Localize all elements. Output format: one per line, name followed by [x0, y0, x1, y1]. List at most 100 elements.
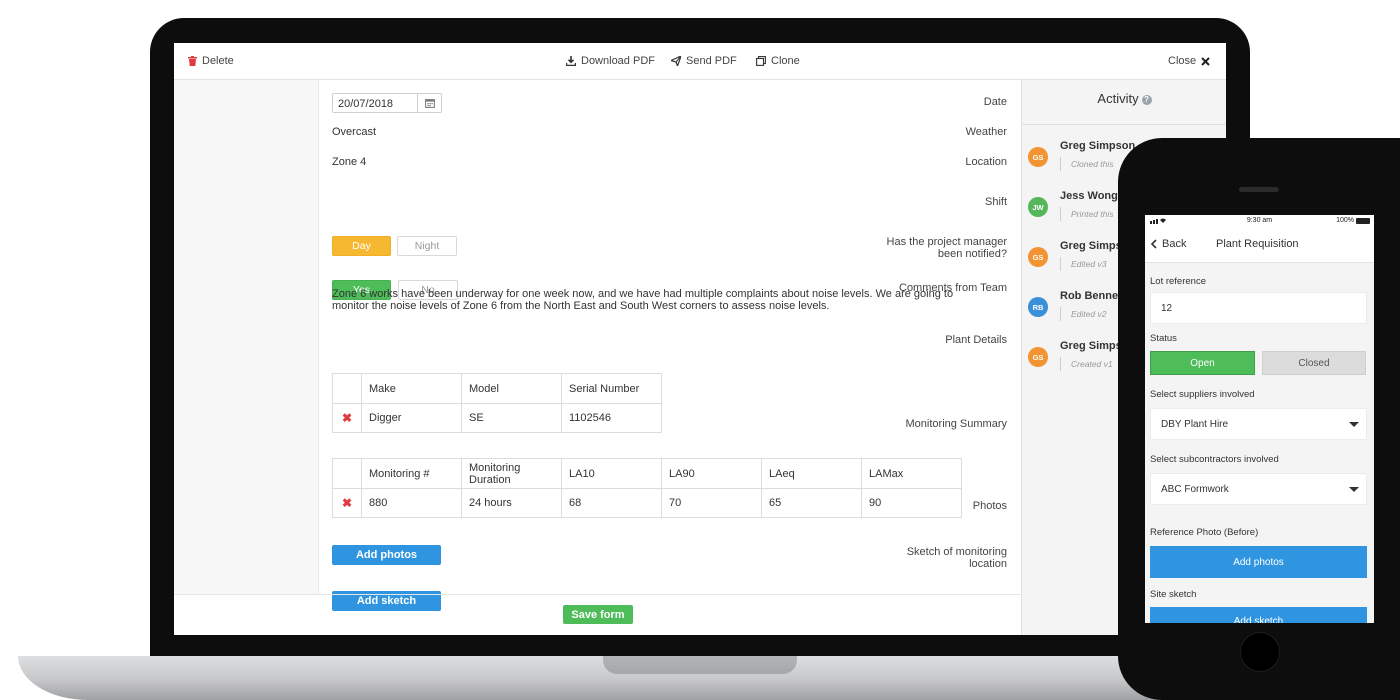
phone-screen: 9:30 am 100% Back Plant Requisition Lot …: [1145, 215, 1374, 623]
table-header: Make: [361, 373, 462, 404]
phone-status-bar: 9:30 am 100%: [1145, 215, 1374, 228]
activity-note: Created v1: [1060, 357, 1113, 371]
date-value: 20/07/2018: [338, 98, 394, 110]
photos-label: Photos: [972, 500, 1007, 512]
send-pdf-button[interactable]: Send PDF: [671, 55, 737, 67]
avatar: RB: [1028, 297, 1048, 317]
location-label: Location: [965, 156, 1007, 168]
suppliers-select[interactable]: DBY Plant Hire: [1150, 408, 1367, 440]
site-sketch-label: Site sketch: [1150, 589, 1197, 600]
back-button[interactable]: Back: [1150, 238, 1186, 250]
chevron-left-icon: [1150, 239, 1157, 249]
table-row: ✖ Digger SE 1102546: [332, 403, 662, 433]
phone-add-sketch-button[interactable]: Add sketch: [1150, 607, 1367, 623]
activity-note: Edited v3: [1060, 257, 1106, 271]
table-cell: 70: [661, 488, 762, 518]
activity-user-name: Rob Bennett: [1060, 290, 1126, 302]
plant-details-table: Make Model Serial Number ✖ Digger SE 110…: [332, 373, 662, 433]
table-cell: 24 hours: [461, 488, 562, 518]
delete-row-icon[interactable]: ✖: [332, 403, 362, 433]
weather-value: Overcast: [332, 126, 377, 138]
plant-details-label: Plant Details: [945, 334, 1007, 346]
phone-page-title: Plant Requisition: [1216, 238, 1299, 250]
clone-button[interactable]: Clone: [756, 55, 800, 67]
add-photos-button[interactable]: Add photos: [332, 545, 441, 565]
form-toolbar: Delete Download PDF Send PDF Clone Close: [174, 43, 1226, 80]
avatar: JW: [1028, 197, 1048, 217]
save-form-button[interactable]: Save form: [563, 605, 633, 624]
date-label: Date: [983, 96, 1007, 108]
battery-percent: 100%: [1336, 217, 1354, 224]
weather-label: Weather: [965, 126, 1007, 138]
shift-label: Shift: [984, 196, 1007, 208]
monitoring-summary-label: Monitoring Summary: [905, 418, 1007, 430]
close-button[interactable]: Close: [1168, 55, 1210, 67]
help-icon[interactable]: ?: [1141, 94, 1152, 105]
table-header: Monitoring #: [361, 458, 462, 489]
table-header-row: Make Model Serial Number: [332, 373, 662, 404]
activity-note: Edited v2: [1060, 307, 1106, 321]
activity-user-name: Jess Wong: [1060, 190, 1118, 202]
lot-reference-input[interactable]: 12: [1150, 292, 1367, 324]
table-header: LA10: [561, 458, 662, 489]
table-header: Model: [461, 373, 562, 404]
close-icon: [1201, 56, 1210, 66]
table-header: LAMax: [861, 458, 962, 489]
table-cell: 68: [561, 488, 662, 518]
activity-title: Activity?: [1022, 91, 1226, 106]
phone-speaker: [1239, 187, 1279, 192]
status-closed-button[interactable]: Closed: [1262, 351, 1366, 375]
location-value: Zone 4: [332, 156, 367, 168]
phone-nav-bar: Back Plant Requisition: [1145, 228, 1374, 263]
status-open-button[interactable]: Open: [1150, 351, 1255, 375]
monitoring-summary-table: Monitoring # Monitoring Duration LA10 LA…: [332, 458, 962, 518]
subcontractors-label: Select subcontractors involved: [1150, 454, 1279, 465]
close-label: Close: [1168, 55, 1197, 67]
table-cell: 65: [761, 488, 862, 518]
reference-photo-label: Reference Photo (Before): [1150, 527, 1259, 538]
shift-day-toggle[interactable]: Day: [332, 236, 391, 256]
calendar-icon[interactable]: [417, 94, 441, 112]
paper-plane-icon: [671, 56, 681, 66]
trash-icon: [188, 56, 197, 66]
comments-text: Zone 6 works have been underway for one …: [332, 288, 954, 312]
avatar: GS: [1028, 247, 1048, 267]
table-header-row: Monitoring # Monitoring Duration LA10 LA…: [332, 458, 962, 489]
battery-icon: [1356, 218, 1370, 224]
date-input[interactable]: 20/07/2018: [332, 93, 442, 113]
activity-user-name: Greg Simpson: [1060, 140, 1136, 152]
avatar: GS: [1028, 147, 1048, 167]
subcontractors-select[interactable]: ABC Formwork: [1150, 473, 1367, 505]
notified-label: Has the project manager been notified?: [886, 236, 1007, 260]
delete-label: Delete: [202, 55, 234, 67]
shift-night-toggle[interactable]: Night: [397, 236, 457, 256]
footer-divider: [174, 594, 1021, 595]
delete-button[interactable]: Delete: [188, 55, 234, 67]
table-header: LA90: [661, 458, 762, 489]
table-cell: Digger: [361, 403, 462, 433]
phone-add-photos-button[interactable]: Add photos: [1150, 546, 1367, 578]
download-icon: [566, 56, 576, 66]
clone-label: Clone: [771, 55, 800, 67]
label-column: [174, 80, 319, 595]
table-cell: 1102546: [561, 403, 662, 433]
laptop-screen: Delete Download PDF Send PDF Clone Close: [174, 43, 1226, 635]
download-pdf-button[interactable]: Download PDF: [566, 55, 655, 67]
avatar: GS: [1028, 347, 1048, 367]
table-row: ✖ 880 24 hours 68 70 65 90: [332, 488, 962, 518]
download-pdf-label: Download PDF: [581, 55, 655, 67]
table-header: Monitoring Duration: [461, 458, 562, 489]
sketch-label: Sketch of monitoring location: [906, 546, 1007, 570]
chevron-down-icon: [1349, 422, 1359, 427]
phone-home-button[interactable]: [1240, 632, 1280, 672]
delete-row-icon[interactable]: ✖: [332, 488, 362, 518]
lot-reference-label: Lot reference: [1150, 276, 1206, 287]
copy-icon: [756, 56, 766, 66]
chevron-down-icon: [1349, 487, 1359, 492]
send-pdf-label: Send PDF: [686, 55, 737, 67]
suppliers-label: Select suppliers involved: [1150, 389, 1255, 400]
table-cell: 880: [361, 488, 462, 518]
status-label: Status: [1150, 333, 1177, 344]
table-header: Serial Number: [561, 373, 662, 404]
laptop-notch: [603, 656, 797, 674]
